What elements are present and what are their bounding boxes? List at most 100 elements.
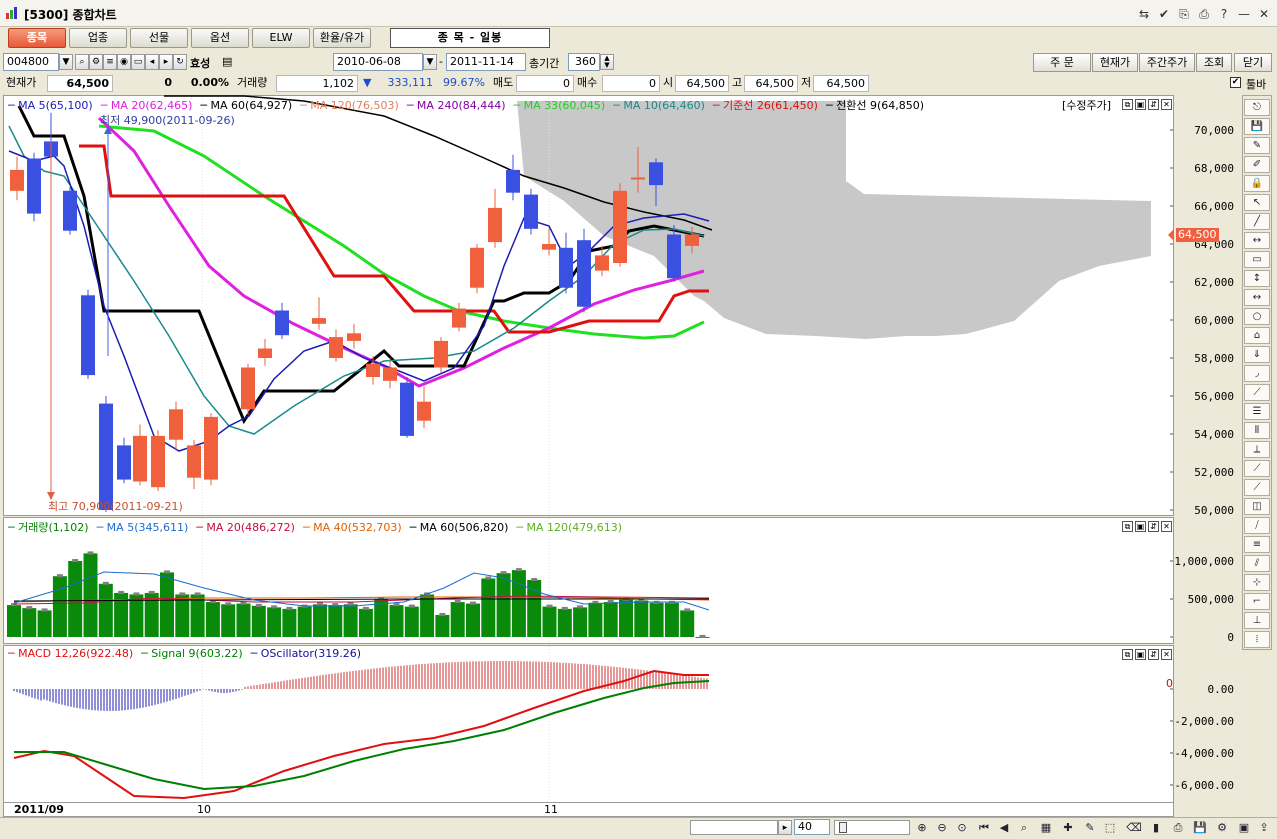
candle[interactable] [400, 382, 414, 436]
scroll-right-icon[interactable]: ▸ [778, 820, 792, 835]
start-date-input[interactable]: 2010-06-08 [333, 53, 423, 71]
candle[interactable] [667, 234, 681, 279]
price-legend-item[interactable]: ─ MA 5(65,100) [8, 99, 93, 112]
speed-line-icon[interactable]: ⟋ [1244, 479, 1270, 496]
tab-stock[interactable]: 종목 [8, 28, 66, 48]
candle[interactable] [169, 409, 183, 440]
check-icon[interactable]: ✔ [1156, 6, 1172, 22]
candle[interactable] [649, 162, 663, 186]
rectangle-icon[interactable]: ▭ [1244, 251, 1270, 268]
h-line-icon[interactable]: ↔ [1244, 289, 1270, 306]
volume-bar[interactable] [466, 603, 480, 637]
home-icon[interactable]: ⌂ [1244, 327, 1270, 344]
doc-icon[interactable]: ▤ [222, 55, 232, 68]
volume-bar[interactable] [542, 606, 557, 637]
pane-restore-icon[interactable]: ⧉ [1122, 99, 1133, 110]
candle[interactable] [434, 340, 448, 368]
current-price-button[interactable]: 현재가 [1092, 53, 1138, 72]
candle[interactable] [81, 295, 95, 376]
volume-bar[interactable] [236, 603, 251, 637]
zoom-reset-icon[interactable]: ⊙ [954, 820, 970, 836]
weekly-price-button[interactable]: 주간주가 [1139, 53, 1195, 72]
crosshair-icon[interactable]: ✚ [1060, 820, 1076, 836]
candle[interactable] [27, 158, 41, 214]
candle[interactable] [524, 194, 538, 229]
parallel-icon[interactable]: ≡ [1244, 536, 1270, 553]
volume-bar[interactable] [619, 599, 633, 637]
exit-icon[interactable]: ⎋ [1244, 99, 1270, 116]
candle[interactable] [275, 310, 289, 336]
first-icon[interactable]: ⏮ [976, 820, 992, 836]
eye-icon[interactable]: ◉ [117, 54, 131, 70]
search-icon[interactable]: ⌕ [75, 54, 89, 70]
channel-icon[interactable]: ⧸ [1244, 517, 1270, 534]
candle[interactable] [685, 234, 699, 246]
pen-icon[interactable]: ✎ [1244, 137, 1270, 154]
candle[interactable] [133, 435, 147, 482]
volume-legend-item[interactable]: ─ MA 20(486,272) [196, 521, 295, 534]
price-legend-item[interactable]: ─ MA 20(62,465) [101, 99, 193, 112]
volume-bar[interactable] [343, 604, 358, 637]
candle[interactable] [329, 337, 343, 358]
help-icon[interactable]: ? [1216, 6, 1232, 22]
volume-bar[interactable] [297, 606, 312, 637]
box-icon[interactable]: ◫ [1244, 498, 1270, 515]
pane-move-icon[interactable]: ⇵ [1148, 99, 1159, 110]
volume-bar[interactable] [588, 602, 603, 637]
volume-bar[interactable] [664, 602, 679, 637]
volume-bar[interactable] [98, 583, 113, 637]
volume-bar[interactable] [175, 594, 190, 637]
query-button[interactable]: 조회 [1196, 53, 1232, 72]
volume-bar[interactable] [282, 608, 297, 637]
volume-bar[interactable] [420, 594, 435, 637]
volume-bar[interactable] [496, 573, 511, 637]
volume-bar[interactable] [205, 602, 220, 637]
vol-pane-close-icon[interactable]: ✕ [1161, 521, 1172, 532]
copy-icon[interactable]: ⎘ [1176, 6, 1192, 22]
volume-bar[interactable] [481, 578, 496, 637]
volume-bar[interactable] [389, 605, 404, 637]
zoom-input[interactable]: 40 [794, 819, 830, 835]
base-icon[interactable]: ⊥ [1244, 612, 1270, 629]
vol-pane-restore-icon[interactable]: ⧉ [1122, 521, 1133, 532]
h-arrow-icon[interactable]: ↔ [1244, 232, 1270, 249]
volume-bar[interactable] [573, 607, 588, 637]
crosshair-icon[interactable]: ⊹ [1244, 574, 1270, 591]
prev-icon[interactable]: ◀ [996, 820, 1012, 836]
fan-icon[interactable]: ⟋ [1244, 384, 1270, 401]
volume-bar[interactable] [680, 610, 695, 637]
minimize-icon[interactable]: — [1236, 6, 1252, 22]
volume-bar[interactable] [358, 608, 373, 637]
candle[interactable] [417, 401, 431, 421]
volume-bar[interactable] [52, 576, 67, 637]
pencil-icon[interactable]: ✐ [1244, 156, 1270, 173]
cycle-icon[interactable]: ⫽ [1244, 555, 1270, 572]
volume-legend-item[interactable]: ─ 거래량(1,102) [8, 521, 89, 534]
save-icon[interactable]: 💾 [1192, 820, 1208, 836]
close-button[interactable]: 닫기 [1234, 53, 1272, 72]
volume-legend-item[interactable]: ─ MA 60(506,820) [410, 521, 509, 534]
pane-maximize-icon[interactable]: ▣ [1135, 99, 1146, 110]
volume-bar[interactable] [557, 608, 572, 637]
end-date-input[interactable]: 2011-11-14 [446, 53, 526, 71]
volume-bar[interactable] [435, 614, 450, 637]
zoom-search-icon[interactable]: ⌕ [1016, 820, 1032, 836]
gann-lines-icon[interactable]: ⦀ [1244, 422, 1270, 439]
price-legend-item[interactable]: ─ MA 33(60,045) [514, 99, 606, 112]
down-arrow-icon[interactable]: ⇓ [1244, 346, 1270, 363]
circle-icon[interactable]: ○ [1244, 308, 1270, 325]
trend-line-icon[interactable]: ╱ [1244, 213, 1270, 230]
tab-futures[interactable]: 선물 [130, 28, 188, 48]
window-icon[interactable]: ▣ [1236, 820, 1252, 836]
save-icon[interactable]: 💾 [1244, 118, 1270, 135]
bars-icon[interactable]: ▮ [1148, 820, 1164, 836]
volume-bar[interactable] [450, 602, 465, 637]
candle[interactable] [99, 403, 113, 510]
vol-pane-move-icon[interactable]: ⇵ [1148, 521, 1159, 532]
volume-bar[interactable] [267, 607, 282, 637]
angle-icon[interactable]: ⟋ [1244, 460, 1270, 477]
prev-arrow-icon[interactable]: ◂ [145, 54, 159, 70]
pane-close-icon[interactable]: ✕ [1161, 99, 1172, 110]
price-legend-item[interactable]: ─ MA 60(64,927) [200, 99, 292, 112]
candle[interactable] [383, 367, 397, 381]
